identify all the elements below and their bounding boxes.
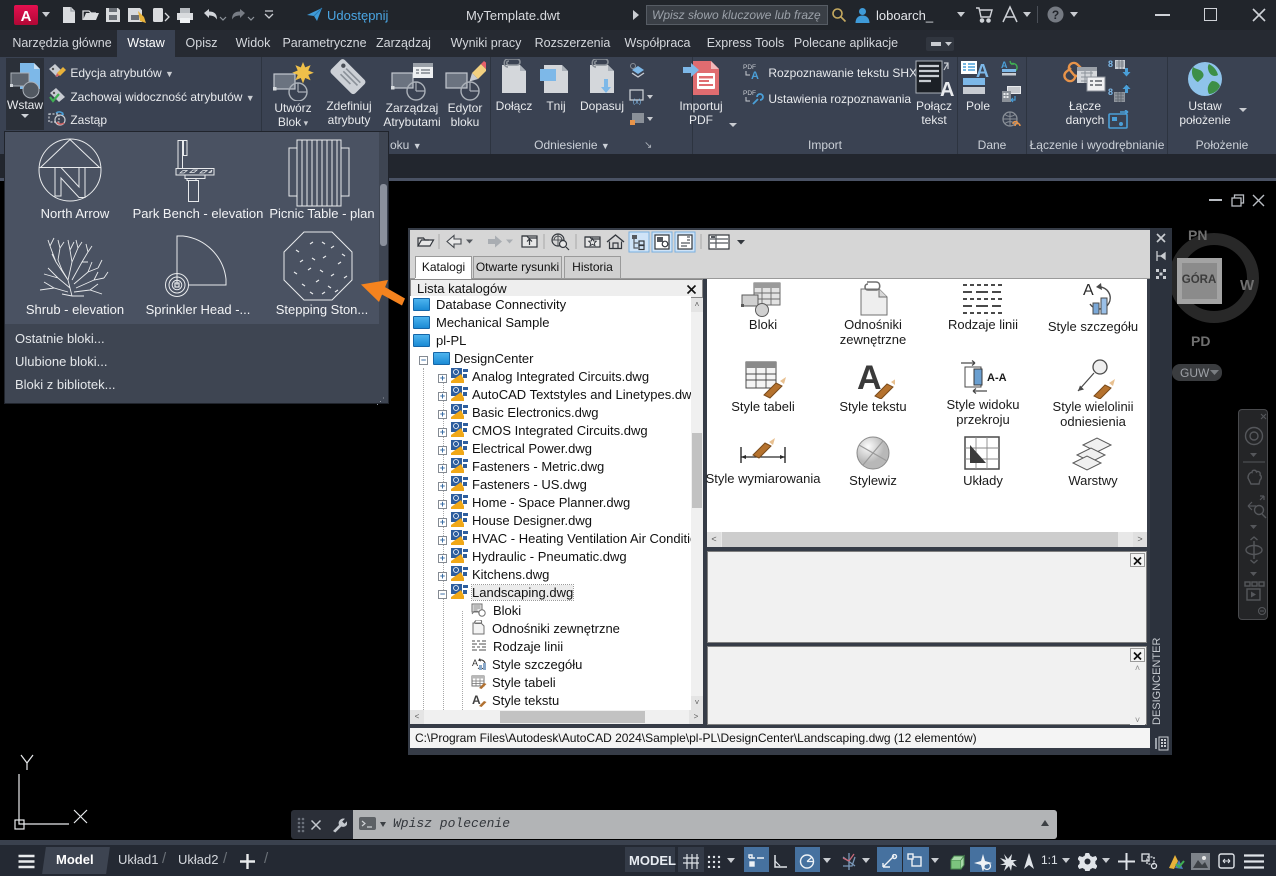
svg-text:?: ? <box>1052 8 1059 22</box>
svg-text:A: A <box>940 79 954 99</box>
svg-text:8: 8 <box>1108 87 1113 97</box>
svg-text:(x): (x) <box>633 99 641 105</box>
svg-text:A-A: A-A <box>987 372 1007 384</box>
svg-text:A: A <box>857 359 882 397</box>
svg-text:A: A <box>1001 60 1008 70</box>
svg-text:A: A <box>751 70 759 80</box>
svg-text:GÓRA: GÓRA <box>1182 273 1217 286</box>
svg-text:W: W <box>1240 277 1255 294</box>
svg-text:A: A <box>21 8 32 25</box>
svg-text:PD: PD <box>1191 333 1210 349</box>
svg-text:A: A <box>472 693 481 707</box>
svg-text:PDF: PDF <box>743 90 756 97</box>
svg-text:8: 8 <box>1108 59 1113 69</box>
svg-text:A: A <box>472 658 478 668</box>
svg-text:A: A <box>1083 282 1094 299</box>
svg-text:GUW: GUW <box>1180 366 1210 380</box>
svg-text:PN: PN <box>1188 227 1207 243</box>
